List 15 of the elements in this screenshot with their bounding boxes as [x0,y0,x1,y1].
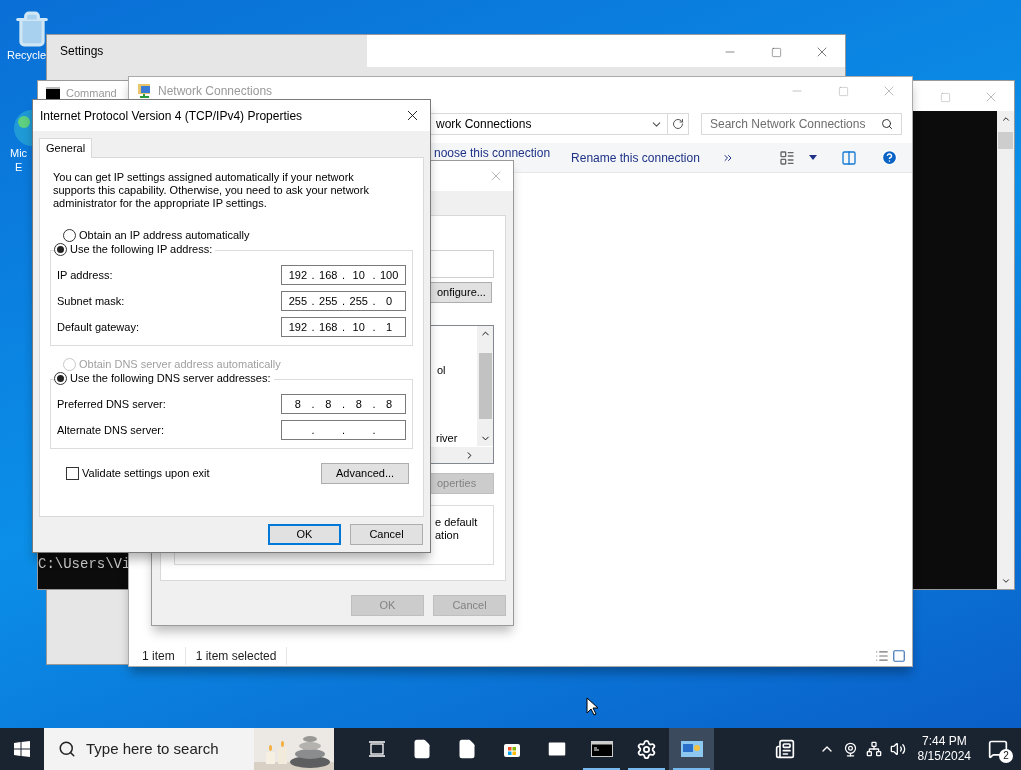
window-title: Network Connections [158,83,273,100]
window-title: Settings [60,43,104,60]
field-label: Alternate DNS server: [57,422,164,438]
field-label: IP address: [57,267,113,283]
window-title: Internet Protocol Version 4 (TCP/IPv4) Properties [40,107,303,125]
description-text: e default ation [435,516,478,542]
field-label: Subnet mask: [57,293,125,309]
window-title: Command [66,87,117,99]
field-label: Preferred DNS server: [57,396,166,412]
intro-text: You can get IP settings assigned automatically if your network supports this capability. Otherwise, you need to ask your network administrator for the appropriate IP settings. [52,170,370,210]
field-label: Default gateway: [57,319,139,335]
status-text: 1 item selected [195,647,288,665]
notification-count: 2 [999,749,1013,763]
console-text: C:\Users\Vi [38,555,132,574]
status-text: 1 item [142,647,186,665]
